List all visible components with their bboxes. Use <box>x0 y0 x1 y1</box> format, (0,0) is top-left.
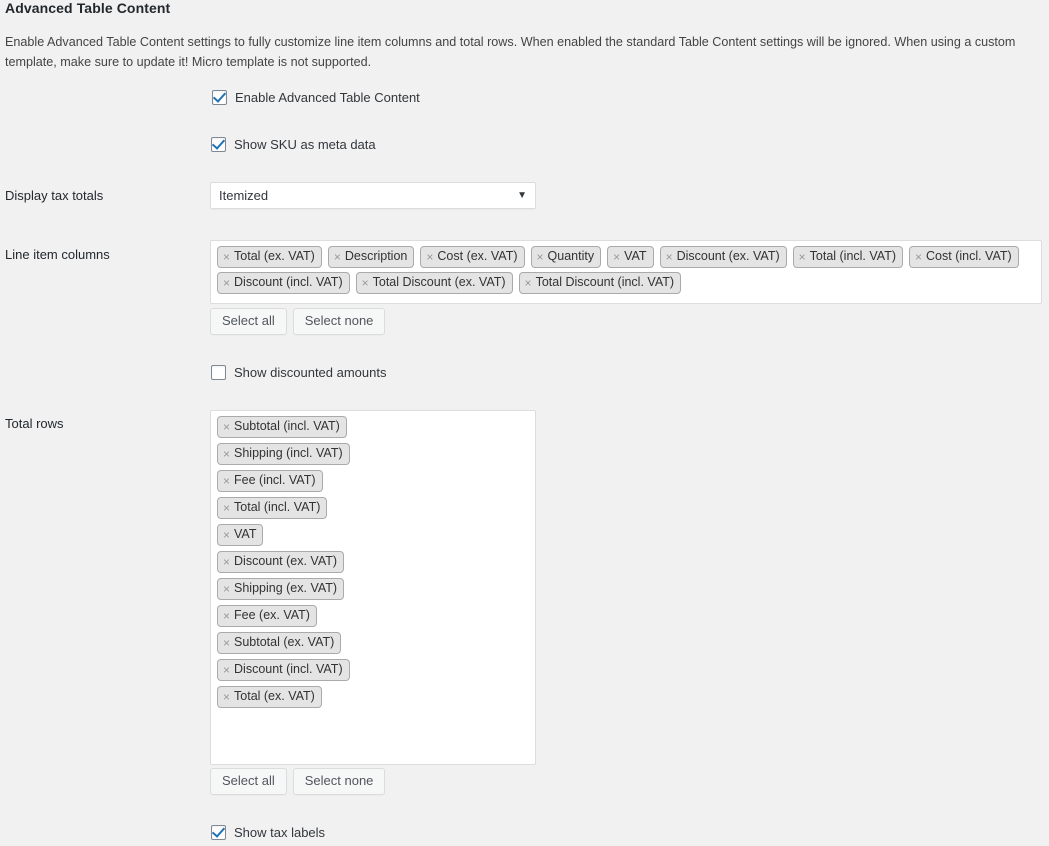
total-row-tag-label: Shipping (incl. VAT) <box>234 446 343 460</box>
total-row-tag-label: Total (ex. VAT) <box>234 689 315 703</box>
line-item-column-tag-label: Total Discount (ex. VAT) <box>372 275 506 289</box>
line-item-column-tag[interactable]: × VAT <box>607 246 654 268</box>
line-item-column-tag-label: Cost (ex. VAT) <box>437 249 518 263</box>
total-row-tag-label: Shipping (ex. VAT) <box>234 581 338 595</box>
show-discounted-amounts-checkbox[interactable] <box>211 365 226 380</box>
total-rows-multiselect[interactable]: × Subtotal (incl. VAT) × Shipping (incl. VA… <box>210 410 536 765</box>
line-item-column-tag[interactable]: × Cost (incl. VAT) <box>909 246 1019 268</box>
remove-tag-icon[interactable]: × <box>362 277 369 289</box>
total-row-tag[interactable]: × Discount (incl. VAT) <box>217 659 350 681</box>
remove-tag-icon[interactable]: × <box>613 251 620 263</box>
total-row-tag-label: Fee (incl. VAT) <box>234 473 316 487</box>
remove-tag-icon[interactable]: × <box>334 251 341 263</box>
remove-tag-icon[interactable]: × <box>525 277 532 289</box>
show-tax-labels-checkbox[interactable] <box>211 825 226 840</box>
line-item-columns-button-row: Select all Select none <box>210 308 386 335</box>
remove-tag-icon[interactable]: × <box>223 664 230 676</box>
line-item-column-tag-label: Discount (incl. VAT) <box>234 275 343 289</box>
line-item-column-tag[interactable]: × Discount (ex. VAT) <box>659 246 787 268</box>
show-sku-as-meta-data-checkbox[interactable] <box>211 137 226 152</box>
show-discounted-amounts-row[interactable]: Show discounted amounts <box>211 365 386 380</box>
line-item-column-tag-label: Total (incl. VAT) <box>809 249 896 263</box>
total-row-tag[interactable]: × Shipping (incl. VAT) <box>217 443 350 465</box>
total-row-tag[interactable]: × Fee (ex. VAT) <box>217 605 317 627</box>
line-item-column-tag-label: VAT <box>624 249 647 263</box>
total-row-tag-label: Fee (ex. VAT) <box>234 608 310 622</box>
remove-tag-icon[interactable]: × <box>223 448 230 460</box>
line-item-columns-multiselect[interactable]: × Total (ex. VAT) × Description × Cost (ex. V… <box>210 240 1042 304</box>
total-rows-tag-list: × Subtotal (incl. VAT) × Shipping (incl. VA… <box>214 416 532 713</box>
total-row-tag-label: VAT <box>234 527 257 541</box>
remove-tag-icon[interactable]: × <box>537 251 544 263</box>
display-tax-totals-select[interactable]: Itemized ▼ <box>210 182 536 209</box>
total-row-tag[interactable]: × Subtotal (incl. VAT) <box>217 416 347 438</box>
remove-tag-icon[interactable]: × <box>799 251 806 263</box>
show-discounted-amounts-label: Show discounted amounts <box>234 365 387 380</box>
remove-tag-icon[interactable]: × <box>223 277 230 289</box>
remove-tag-icon[interactable]: × <box>223 529 230 541</box>
total-row-tag-label: Subtotal (ex. VAT) <box>234 635 335 649</box>
line-item-column-tag-label: Total Discount (incl. VAT) <box>535 275 675 289</box>
remove-tag-icon[interactable]: × <box>223 637 230 649</box>
line-item-column-tag-label: Description <box>344 249 408 263</box>
line-item-columns-label: Line item columns <box>5 247 110 262</box>
line-item-column-tag-label: Quantity <box>547 249 595 263</box>
line-item-column-tag[interactable]: × Total (incl. VAT) <box>792 246 903 268</box>
remove-tag-icon[interactable]: × <box>426 251 433 263</box>
line-item-columns-select-none-button[interactable]: Select none <box>292 308 386 335</box>
line-item-column-tag-label: Total (ex. VAT) <box>234 249 315 263</box>
total-rows-select-all-button[interactable]: Select all <box>210 768 287 795</box>
total-row-tag[interactable]: × Shipping (ex. VAT) <box>217 578 345 600</box>
line-item-column-tag[interactable]: × Total (ex. VAT) <box>217 246 322 268</box>
line-item-column-tag[interactable]: × Discount (incl. VAT) <box>217 272 350 294</box>
page-title: Advanced Table Content <box>5 0 171 16</box>
total-row-tag-label: Subtotal (incl. VAT) <box>234 419 340 433</box>
line-item-column-tag[interactable]: × Quantity <box>530 246 602 268</box>
line-item-column-tag[interactable]: × Cost (ex. VAT) <box>420 246 525 268</box>
line-item-column-tag-label: Cost (incl. VAT) <box>926 249 1012 263</box>
show-sku-as-meta-data-row[interactable]: Show SKU as meta data <box>211 137 376 152</box>
display-tax-totals-value: Itemized <box>219 188 269 203</box>
remove-tag-icon[interactable]: × <box>223 610 230 622</box>
remove-tag-icon[interactable]: × <box>223 556 230 568</box>
total-row-tag-label: Total (incl. VAT) <box>234 500 321 514</box>
remove-tag-icon[interactable]: × <box>666 251 673 263</box>
total-rows-label: Total rows <box>5 416 64 431</box>
show-tax-labels-label: Show tax labels <box>234 825 326 840</box>
remove-tag-icon[interactable]: × <box>223 475 230 487</box>
remove-tag-icon[interactable]: × <box>223 502 230 514</box>
section-description: Enable Advanced Table Content settings t… <box>5 35 1016 69</box>
total-row-tag-label: Discount (incl. VAT) <box>234 662 343 676</box>
total-row-tag[interactable]: × Fee (incl. VAT) <box>217 470 323 492</box>
enable-advanced-table-content-label: Enable Advanced Table Content <box>235 90 420 105</box>
line-item-columns-tag-list: × Total (ex. VAT) × Description × Cost (ex. V… <box>214 246 1038 298</box>
show-tax-labels-row[interactable]: Show tax labels <box>211 825 325 840</box>
display-tax-totals-label: Display tax totals <box>5 188 104 203</box>
total-row-tag[interactable]: × Subtotal (ex. VAT) <box>217 632 342 654</box>
enable-advanced-table-content-row[interactable]: Enable Advanced Table Content <box>212 90 420 105</box>
total-rows-select-none-button[interactable]: Select none <box>292 768 386 795</box>
total-row-tag[interactable]: × Total (ex. VAT) <box>217 686 322 708</box>
line-item-column-tag[interactable]: × Total Discount (ex. VAT) <box>355 272 513 294</box>
chevron-down-icon: ▼ <box>517 189 527 201</box>
remove-tag-icon[interactable]: × <box>223 691 230 703</box>
line-item-columns-select-all-button[interactable]: Select all <box>210 308 287 335</box>
line-item-column-tag[interactable]: × Total Discount (incl. VAT) <box>518 272 682 294</box>
remove-tag-icon[interactable]: × <box>223 583 230 595</box>
remove-tag-icon[interactable]: × <box>915 251 922 263</box>
total-row-tag[interactable]: × VAT <box>217 524 264 546</box>
remove-tag-icon[interactable]: × <box>223 421 230 433</box>
enable-advanced-table-content-checkbox[interactable] <box>212 90 227 105</box>
line-item-column-tag[interactable]: × Description <box>327 246 415 268</box>
total-row-tag[interactable]: × Discount (ex. VAT) <box>217 551 345 573</box>
total-row-tag[interactable]: × Total (incl. VAT) <box>217 497 328 519</box>
remove-tag-icon[interactable]: × <box>223 251 230 263</box>
total-rows-button-row: Select all Select none <box>210 768 386 795</box>
show-sku-as-meta-data-label: Show SKU as meta data <box>234 137 376 152</box>
line-item-column-tag-label: Discount (ex. VAT) <box>676 249 780 263</box>
total-row-tag-label: Discount (ex. VAT) <box>234 554 338 568</box>
